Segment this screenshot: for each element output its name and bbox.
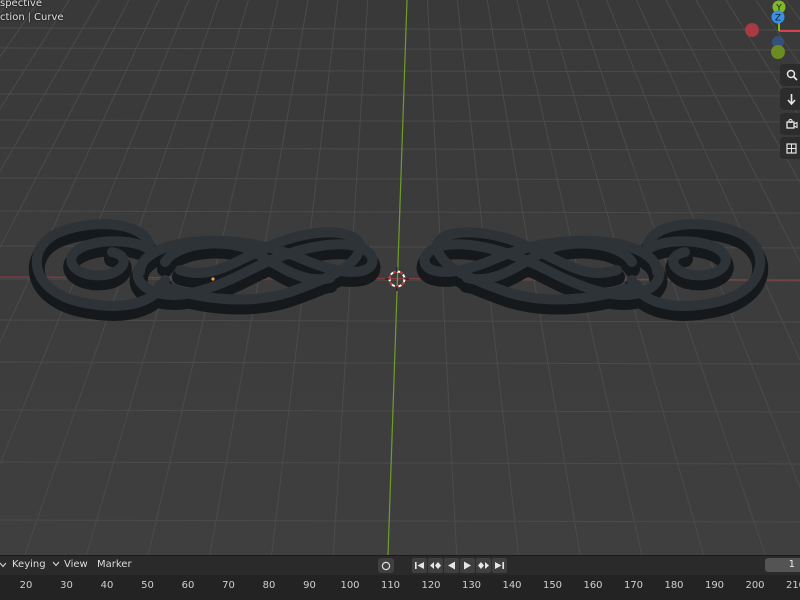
frame-tick-label: 20 (19, 580, 33, 591)
ortho-toggle-button[interactable] (780, 137, 800, 159)
play-icon (464, 561, 471, 570)
3d-viewport[interactable]: Y Z spective ction | Curve (0, 0, 800, 555)
hand-pan-icon (787, 93, 796, 105)
frame-tick-label: 130 (461, 580, 482, 591)
next-keyframe-icon (478, 562, 489, 569)
jump-to-start-button[interactable] (412, 558, 427, 573)
keying-menu-label: Keying (12, 559, 46, 570)
gizmo-neg-y-bubble[interactable] (771, 45, 785, 59)
gizmo-z-label: Z (775, 14, 781, 24)
playback-controls (378, 558, 508, 573)
frame-tick-label: 50 (141, 580, 154, 591)
object-origin-dot (211, 277, 215, 281)
frame-tick-label: 30 (60, 580, 73, 591)
frame-tick-label: 110 (380, 580, 401, 591)
frame-tick-label: 60 (181, 580, 195, 591)
viewport-scene[interactable]: Y Z (0, 0, 800, 555)
marker-menu[interactable]: Marker (97, 559, 132, 570)
zoom-icon (786, 69, 798, 81)
jump-next-keyframe-button[interactable] (476, 558, 491, 573)
grid-ortho-icon (786, 142, 797, 154)
frame-tick-label: 120 (421, 580, 441, 591)
jump-end-icon (495, 562, 504, 569)
play-reverse-button[interactable] (444, 558, 459, 573)
active-object-name: Curve (34, 12, 64, 23)
frame-tick-label: 180 (664, 580, 684, 591)
frame-tick-label: 40 (100, 580, 114, 591)
record-icon (381, 561, 391, 570)
play-reverse-icon (448, 561, 455, 570)
frame-tick-label: 140 (502, 580, 522, 591)
frame-tick-label: 100 (340, 580, 360, 591)
timeline-frame-ruler[interactable]: 20 30 40 50 60 70 80 90 100 110 120 130 140 150 160 170… (0, 575, 800, 600)
play-button[interactable] (460, 558, 475, 573)
frame-tick-label: 210 (785, 580, 800, 591)
jump-to-end-button[interactable] (492, 558, 507, 573)
prev-keyframe-icon (430, 562, 441, 569)
chevron-down-icon (52, 561, 60, 567)
frame-tick-label: 170 (623, 580, 644, 591)
chevron-down-icon[interactable] (0, 562, 6, 568)
view-context-label: ction | Curve (0, 12, 64, 23)
frame-tick-label: 160 (583, 580, 603, 591)
view-perspective-label: spective (0, 0, 42, 9)
frame-tick-label: 200 (745, 580, 765, 591)
camera-view-icon (786, 118, 798, 129)
frame-tick-label: 90 (303, 580, 316, 591)
keying-menu[interactable]: Keying (12, 559, 60, 570)
timeline-header: Keying View Marker 1 (0, 555, 800, 575)
gizmo-neg-x-bubble[interactable] (745, 23, 759, 37)
pan-tool-button[interactable] (780, 88, 800, 110)
current-frame-field[interactable]: 1 (765, 558, 800, 572)
zoom-tool-button[interactable] (780, 64, 800, 86)
view-menu[interactable]: View (64, 559, 88, 570)
collection-name: ction (0, 12, 25, 23)
frame-tick-label: 150 (542, 580, 563, 591)
frame-tick-label: 80 (262, 580, 276, 591)
context-separator: | (27, 12, 32, 23)
jump-start-icon (415, 562, 424, 569)
camera-view-button[interactable] (780, 113, 800, 135)
jump-prev-keyframe-button[interactable] (428, 558, 443, 573)
frame-tick-label: 70 (222, 580, 235, 591)
frame-tick-label: 190 (704, 580, 725, 591)
auto-keying-toggle[interactable] (378, 558, 394, 573)
